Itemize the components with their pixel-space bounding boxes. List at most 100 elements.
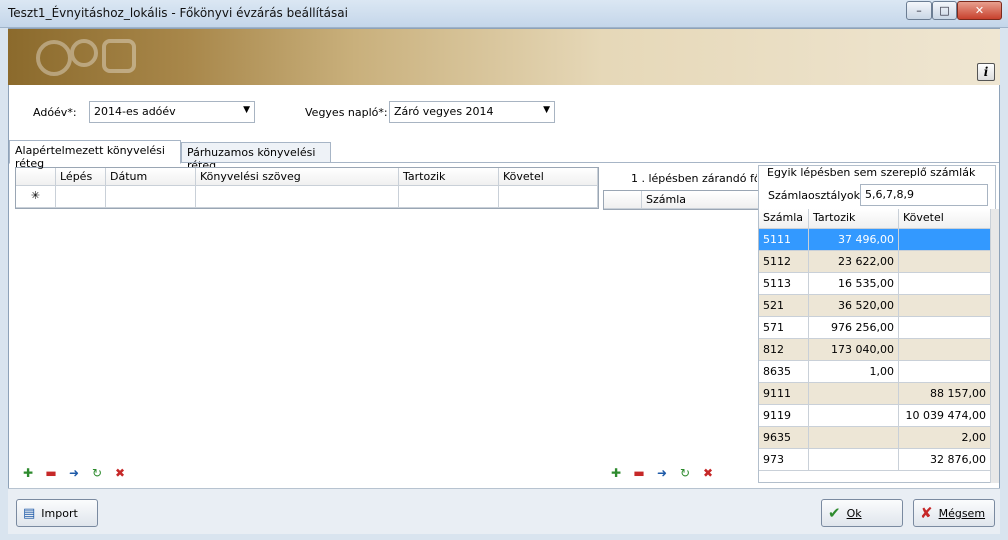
move-right-icon[interactable]: ➜ [66, 465, 82, 481]
header-banner [8, 29, 1000, 85]
cell-szamla: 5113 [759, 273, 809, 295]
table-row[interactable]: 571 976 256,00 [759, 317, 991, 339]
column-header[interactable]: Tartozik [399, 168, 499, 186]
column-header[interactable]: Követel [499, 168, 598, 186]
cancel-label: Mégsem [938, 506, 986, 520]
table-row[interactable]: 5113 16 535,00 [759, 273, 991, 295]
cell-szamla: 571 [759, 317, 809, 339]
cell-kovetel [899, 273, 991, 295]
cell-tartozik: 1,00 [809, 361, 899, 383]
cancel-button[interactable]: ✘ Mégsem [913, 499, 995, 527]
check-icon: ✔ [828, 504, 841, 522]
chevron-down-icon: ▼ [543, 105, 550, 115]
cell-kovetel [899, 361, 991, 383]
table-row[interactable]: 973 32 876,00 [759, 449, 991, 471]
window-title: Teszt1_Évnyitáshoz_lokális - Főkönyvi év… [8, 6, 348, 20]
classes-label: Számlaosztályok: [768, 189, 864, 202]
cell-tartozik: 976 256,00 [809, 317, 899, 339]
cell-kovetel [899, 251, 991, 273]
import-label: Import [41, 506, 78, 520]
middle-title: 1 . lépésben zárandó főkön [631, 172, 757, 185]
cell-tartozik: 36 520,00 [809, 295, 899, 317]
cell-szamla: 5111 [759, 229, 809, 251]
cell-szamla: 8635 [759, 361, 809, 383]
adoev-label: Adóév*: [33, 106, 77, 119]
accounts-step-grid: Számla [603, 190, 759, 210]
cell-szamla: 812 [759, 339, 809, 361]
new-row-cell[interactable] [56, 186, 106, 208]
column-header[interactable]: Követel [899, 209, 991, 229]
column-header[interactable]: Dátum [106, 168, 196, 186]
excluded-accounts-title: Egyik lépésben sem szereplő számlák [765, 166, 978, 179]
cell-kovetel: 88 157,00 [899, 383, 991, 405]
cell-kovetel: 2,00 [899, 427, 991, 449]
cell-kovetel [899, 317, 991, 339]
cancel-icon: ✘ [920, 504, 933, 522]
new-row-cell[interactable] [499, 186, 598, 208]
remove-icon[interactable]: ▬ [43, 465, 59, 481]
move-right-icon[interactable]: ➜ [654, 465, 670, 481]
cell-kovetel [899, 339, 991, 361]
cell-szamla: 973 [759, 449, 809, 471]
minimize-icon[interactable]: – [906, 1, 932, 20]
cell-tartozik [809, 427, 899, 449]
adoev-value: 2014-es adóév [94, 105, 176, 118]
table-row[interactable]: 812 173 040,00 [759, 339, 991, 361]
column-header[interactable]: Számla [642, 191, 759, 209]
table-row[interactable]: 9119 10 039 474,00 [759, 405, 991, 427]
info-icon[interactable]: i [977, 63, 995, 81]
column-header[interactable]: Tartozik [809, 209, 899, 229]
cell-tartozik [809, 449, 899, 471]
cell-szamla: 9111 [759, 383, 809, 405]
cell-szamla: 5112 [759, 251, 809, 273]
table-row[interactable]: 8635 1,00 [759, 361, 991, 383]
classes-input[interactable]: 5,6,7,8,9 [860, 184, 988, 206]
add-icon[interactable]: ✚ [608, 465, 624, 481]
tab-default-layer[interactable]: Alapértelmezett könyvelési réteg [9, 140, 181, 170]
cell-tartozik: 23 622,00 [809, 251, 899, 273]
steps-grid: Lépés Dátum Könyvelési szöveg Tartozik K… [15, 167, 599, 209]
delete-icon[interactable]: ✖ [112, 465, 128, 481]
import-icon: ▤ [23, 505, 36, 521]
cell-kovetel [899, 229, 991, 251]
refresh-icon[interactable]: ↻ [89, 465, 105, 481]
row-header-corner [604, 191, 642, 209]
remove-icon[interactable]: ▬ [631, 465, 647, 481]
cell-kovetel: 10 039 474,00 [899, 405, 991, 427]
row-header-corner [16, 168, 56, 186]
new-row-cell[interactable] [196, 186, 399, 208]
vegyes-naplo-value: Záró vegyes 2014 [394, 105, 494, 118]
column-header[interactable]: Számla [759, 209, 809, 229]
cell-tartozik: 37 496,00 [809, 229, 899, 251]
table-scrollbar[interactable] [990, 209, 999, 483]
adoev-select[interactable]: 2014-es adóév ▼ [89, 101, 255, 123]
cell-kovetel: 32 876,00 [899, 449, 991, 471]
new-row-cell[interactable] [399, 186, 499, 208]
cell-tartozik [809, 383, 899, 405]
ok-label: Ok [846, 506, 862, 520]
table-row[interactable]: 9111 88 157,00 [759, 383, 991, 405]
cell-tartozik: 16 535,00 [809, 273, 899, 295]
tab-parallel-layer[interactable]: Párhuzamos könyvelési réteg [181, 142, 331, 172]
table-row[interactable]: 521 36 520,00 [759, 295, 991, 317]
close-icon[interactable]: ✕ [957, 1, 1002, 20]
ok-button[interactable]: ✔ Ok [821, 499, 903, 527]
maximize-icon[interactable]: □ [932, 1, 957, 20]
table-row[interactable]: 5111 37 496,00 [759, 229, 991, 251]
cell-szamla: 521 [759, 295, 809, 317]
import-button[interactable]: ▤ Import [16, 499, 98, 527]
table-row[interactable]: 9635 2,00 [759, 427, 991, 449]
column-header[interactable]: Lépés [56, 168, 106, 186]
logo-graphic [36, 39, 136, 76]
vegyes-naplo-label: Vegyes napló*: [305, 106, 388, 119]
chevron-down-icon: ▼ [243, 105, 250, 115]
refresh-icon[interactable]: ↻ [677, 465, 693, 481]
delete-icon[interactable]: ✖ [700, 465, 716, 481]
cell-szamla: 9635 [759, 427, 809, 449]
vegyes-naplo-select[interactable]: Záró vegyes 2014 ▼ [389, 101, 555, 123]
cell-tartozik [809, 405, 899, 427]
add-icon[interactable]: ✚ [20, 465, 36, 481]
column-header[interactable]: Könyvelési szöveg [196, 168, 399, 186]
new-row-cell[interactable] [106, 186, 196, 208]
table-row[interactable]: 5112 23 622,00 [759, 251, 991, 273]
